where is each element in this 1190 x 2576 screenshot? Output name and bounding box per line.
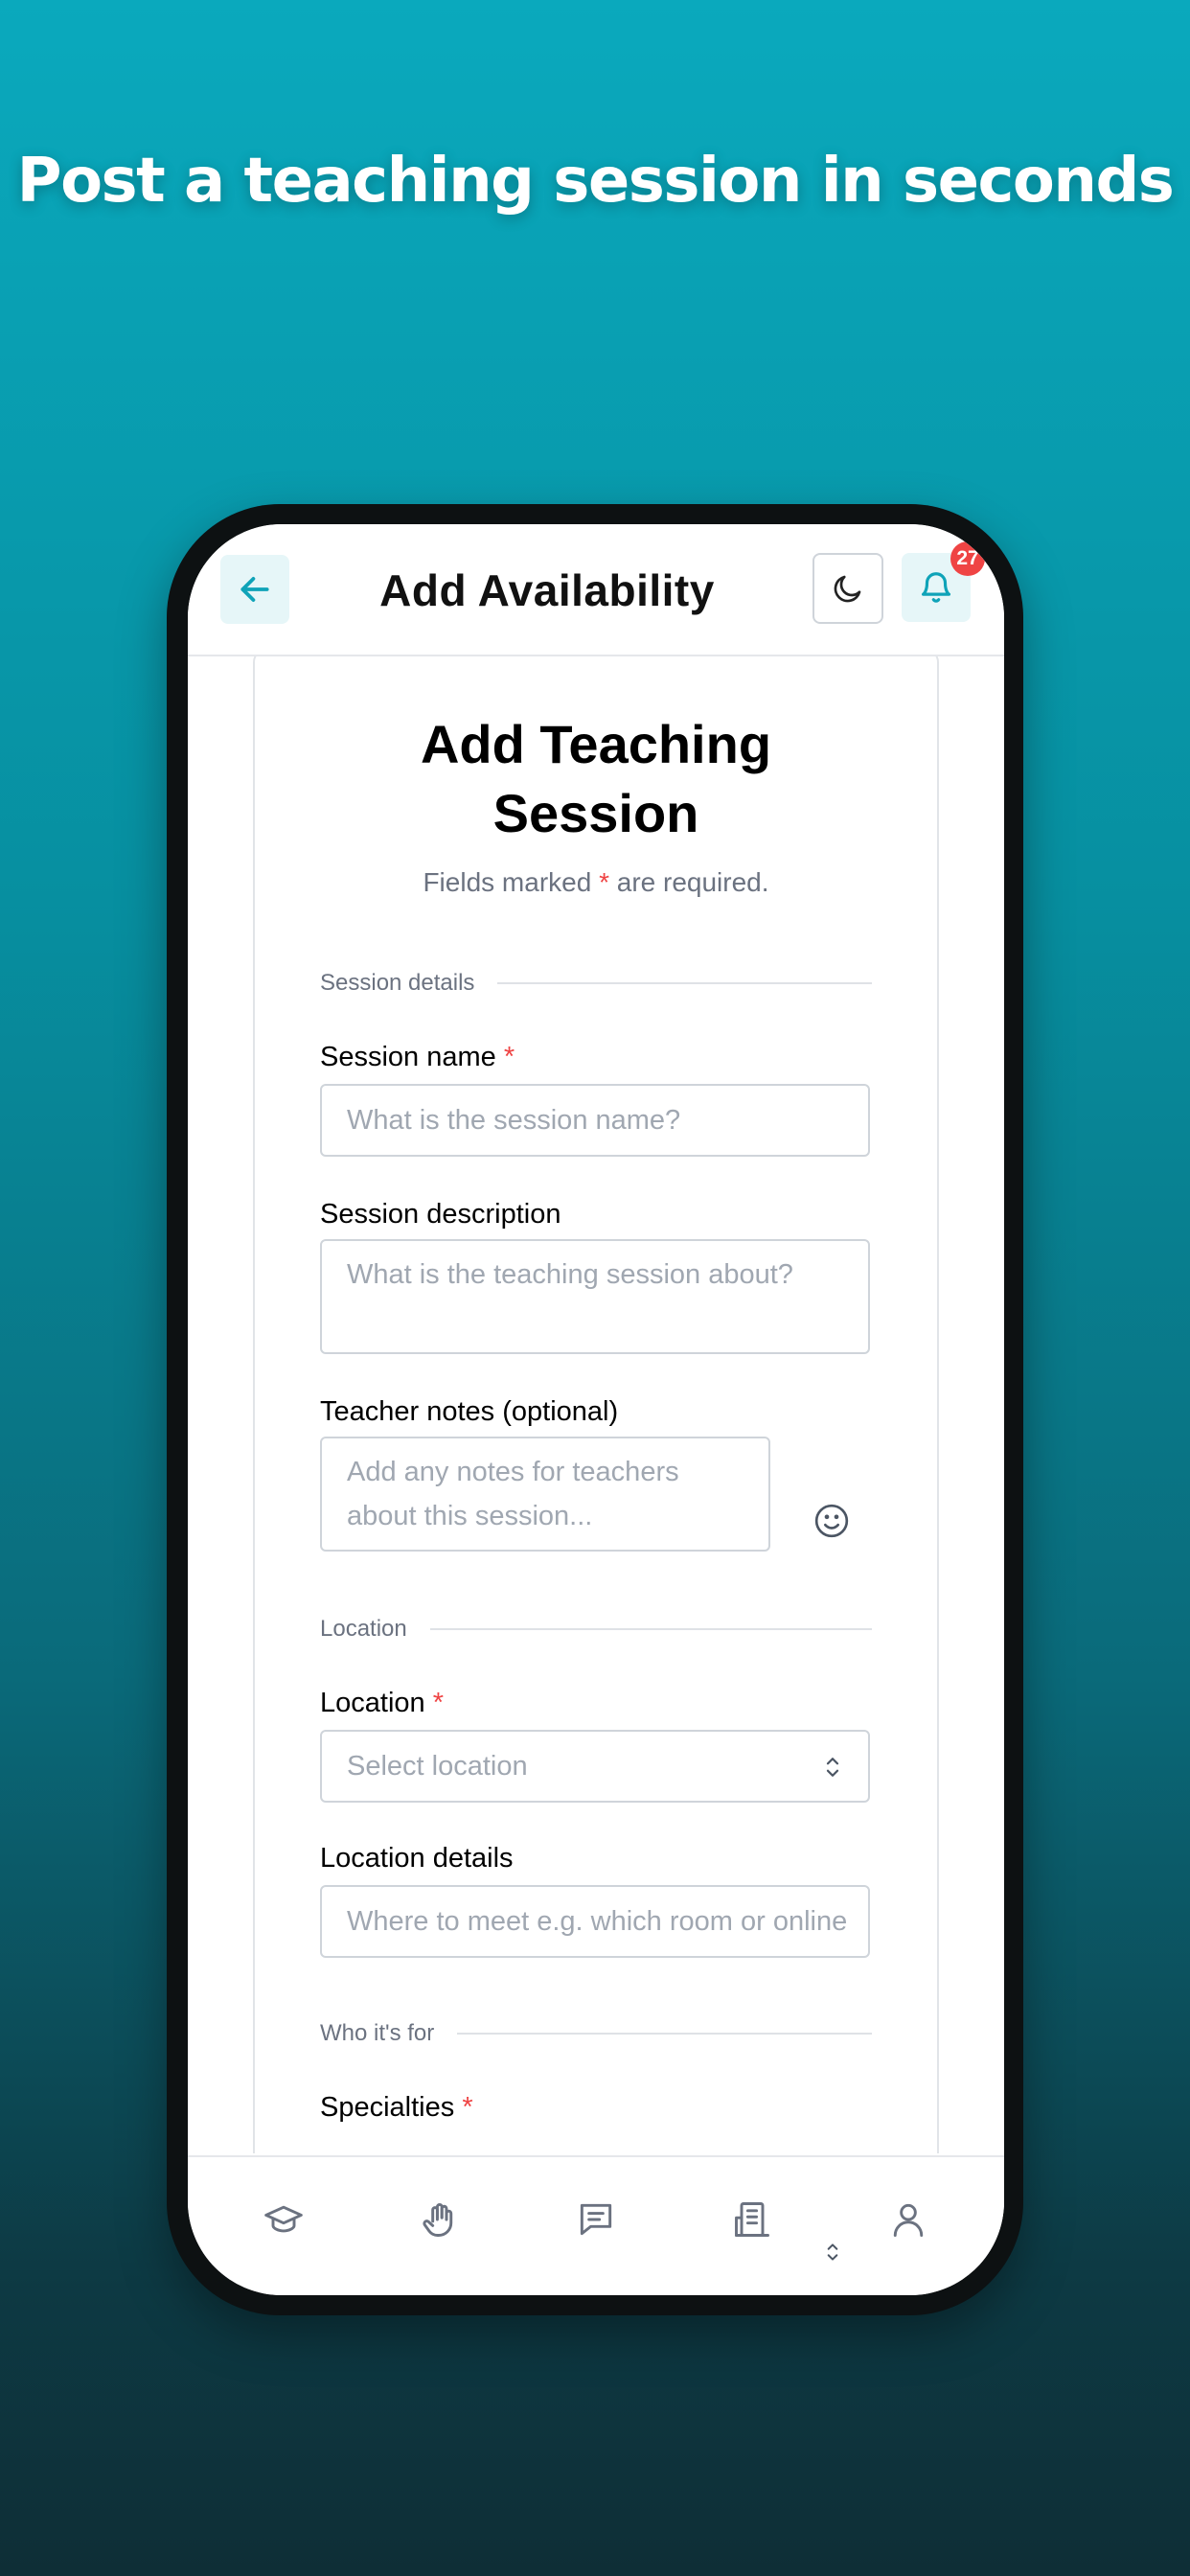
section-session-details: Session details (320, 967, 872, 1000)
label-text: Session name (320, 1042, 496, 1072)
nav-teaching[interactable] (260, 2196, 308, 2243)
graduation-cap-icon (264, 2205, 303, 2233)
teacher-notes-textarea[interactable]: Add any notes for teachers about this se… (320, 1437, 770, 1552)
form-scroll-area[interactable]: Add Teaching Session Fields marked * are… (188, 656, 1004, 2153)
session-name-input[interactable]: What is the session name? (320, 1084, 870, 1157)
session-name-label: Session name * (320, 1042, 515, 1073)
back-button[interactable] (220, 555, 289, 624)
building-icon (735, 2202, 769, 2237)
moon-icon (834, 575, 861, 603)
teacher-notes-label: Teacher notes (optional) (320, 1396, 619, 1427)
required-note-prefix: Fields marked (423, 867, 600, 897)
required-star: * (432, 1688, 445, 1718)
nav-profile[interactable] (884, 2196, 932, 2243)
form-title: Add Teaching Session (420, 714, 772, 843)
chevron-up-down-icon (826, 1758, 839, 1777)
user-icon (893, 2203, 924, 2237)
phone-screen: Add Availability 27 Add Teaching Session… (188, 524, 1004, 2295)
location-select[interactable]: Select location (320, 1730, 870, 1803)
notification-badge: 27 (950, 541, 985, 576)
label-text: Location (320, 1688, 425, 1718)
placeholder-text: Add any notes for teachers about this se… (347, 1457, 679, 1531)
section-label: Who it's for (320, 2020, 435, 2046)
session-description-label: Session description (320, 1199, 561, 1230)
required-star: * (599, 867, 609, 897)
nav-messages[interactable] (572, 2196, 620, 2243)
form-card: Add Teaching Session Fields marked * are… (253, 656, 939, 2153)
specialties-label: Specialties * (320, 2092, 473, 2124)
required-note: Fields marked * are required. (255, 867, 937, 898)
headline: Post a teaching session in seconds (16, 146, 1175, 217)
app-bar: Add Availability 27 (188, 524, 1004, 656)
smile-icon (814, 1504, 849, 1538)
bottom-navigation (188, 2155, 1004, 2295)
nav-availability[interactable] (416, 2196, 464, 2243)
placeholder-text: What is the session name? (347, 1105, 681, 1136)
hand-icon (423, 2202, 453, 2237)
emoji-picker-button[interactable] (811, 1500, 853, 1542)
chevron-up-down-icon (827, 2243, 838, 2261)
theme-toggle-button[interactable] (812, 553, 883, 624)
nav-organisation[interactable] (728, 2196, 776, 2243)
placeholder-text: Where to meet e.g. which room or online (347, 1906, 848, 1937)
placeholder-text: What is the teaching session about? (347, 1259, 793, 1290)
message-icon (580, 2203, 612, 2236)
section-label: Session details (320, 970, 475, 996)
required-star: * (462, 2092, 473, 2123)
placeholder-text: Select location (347, 1751, 528, 1782)
page-title: Add Availability (379, 565, 715, 615)
location-label: Location * (320, 1688, 444, 1719)
location-details-input[interactable]: Where to meet e.g. which room or online (320, 1885, 870, 1958)
section-who-its-for: Who it's for (320, 2017, 872, 2050)
section-divider (429, 1628, 872, 1630)
session-description-textarea[interactable]: What is the teaching session about? (320, 1239, 870, 1354)
location-details-label: Location details (320, 1843, 514, 1874)
section-label: Location (320, 1616, 407, 1642)
label-text: Specialties (320, 2092, 455, 2123)
section-divider (457, 2033, 872, 2035)
bell-icon (921, 572, 951, 603)
section-divider (497, 982, 872, 984)
arrow-left-icon (240, 577, 269, 602)
required-star: * (503, 1042, 515, 1072)
section-location: Location (320, 1613, 872, 1645)
required-note-suffix: are required. (608, 867, 769, 897)
